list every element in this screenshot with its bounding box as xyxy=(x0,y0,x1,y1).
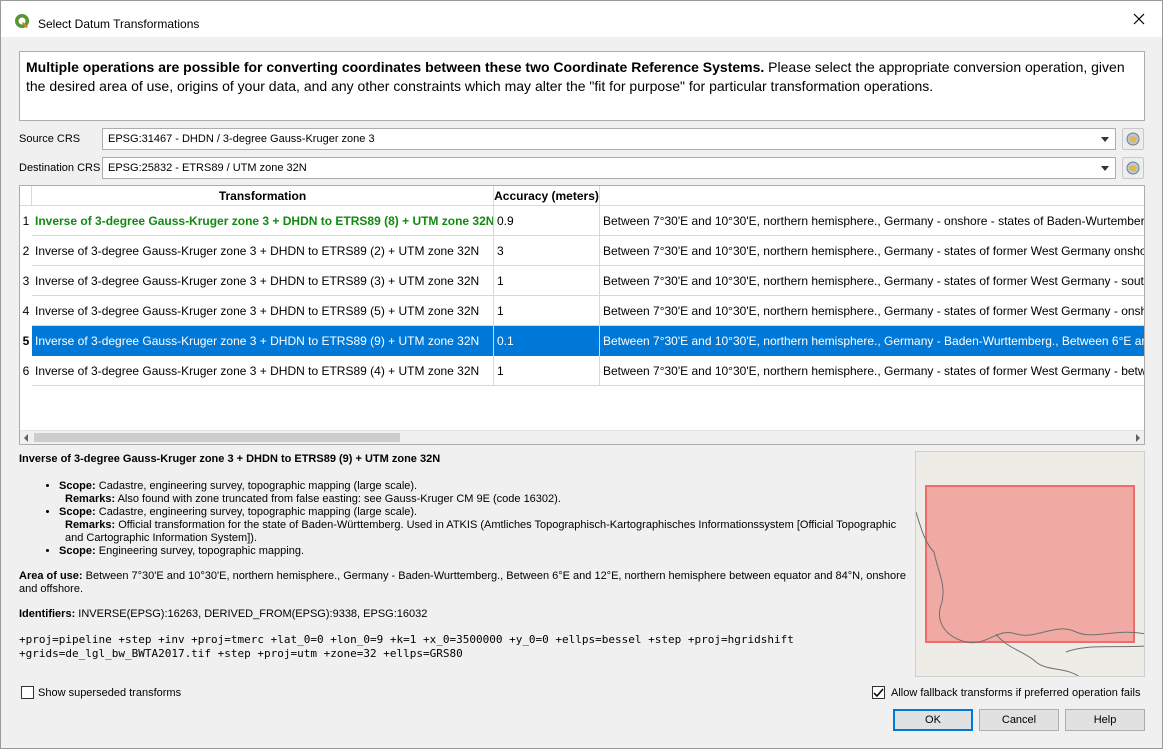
show-superseded-checkbox[interactable] xyxy=(21,686,34,699)
transformation-name: Inverse of 3-degree Gauss-Kruger zone 3 … xyxy=(32,206,494,236)
row-number: 2 xyxy=(20,236,32,266)
transformation-accuracy: 1 xyxy=(494,296,600,326)
source-crs-value: EPSG:31467 - DHDN / 3-degree Gauss-Kruge… xyxy=(108,133,375,145)
transformation-name: Inverse of 3-degree Gauss-Kruger zone 3 … xyxy=(32,266,494,296)
identifiers: Identifiers: INVERSE(EPSG):16263, DERIVE… xyxy=(19,608,428,620)
help-button[interactable]: Help xyxy=(1065,709,1145,731)
ok-button[interactable]: OK xyxy=(893,709,973,731)
extent-map-svg xyxy=(916,452,1144,676)
column-header-accuracy[interactable]: Accuracy (meters) xyxy=(494,186,600,206)
select-datum-transformations-dialog: Select Datum Transformations Multiple op… xyxy=(0,0,1163,749)
checkmark-icon xyxy=(873,688,884,698)
allow-fallback-checkbox[interactable] xyxy=(872,686,885,699)
scroll-right-icon[interactable] xyxy=(1136,434,1140,442)
scope-item: Scope: Engineering survey, topographic m… xyxy=(59,545,909,558)
close-icon xyxy=(1133,13,1145,25)
transformations-table[interactable]: Transformation Accuracy (meters) 1 Inver… xyxy=(19,185,1145,445)
row-number: 6 xyxy=(20,356,32,386)
source-crs-label: Source CRS xyxy=(19,133,81,145)
transformation-name: Inverse of 3-degree Gauss-Kruger zone 3 … xyxy=(32,236,494,266)
table-row[interactable]: 4 Inverse of 3-degree Gauss-Kruger zone … xyxy=(20,296,1144,326)
table-row[interactable]: 1 Inverse of 3-degree Gauss-Kruger zone … xyxy=(20,206,1144,236)
globe-icon xyxy=(1126,132,1140,146)
chevron-down-icon xyxy=(1101,137,1109,142)
transformation-accuracy: 1 xyxy=(494,266,600,296)
title-bar: Select Datum Transformations xyxy=(1,1,1162,37)
proj-string: +proj=pipeline +step +inv +proj=tmerc +l… xyxy=(19,633,794,660)
cancel-button[interactable]: Cancel xyxy=(979,709,1059,731)
transformation-accuracy: 0.9 xyxy=(494,206,600,236)
globe-icon xyxy=(1126,161,1140,175)
transformation-details: Inverse of 3-degree Gauss-Kruger zone 3 … xyxy=(19,451,909,661)
scope-item: Scope: Cadastre, engineering survey, top… xyxy=(59,480,909,506)
destination-crs-value: EPSG:25832 - ETRS89 / UTM zone 32N xyxy=(108,162,307,174)
transformation-accuracy: 3 xyxy=(494,236,600,266)
scope-list: Scope: Cadastre, engineering survey, top… xyxy=(19,480,909,558)
transformation-name: Inverse of 3-degree Gauss-Kruger zone 3 … xyxy=(32,326,494,356)
chevron-down-icon xyxy=(1101,166,1109,171)
column-header-area[interactable] xyxy=(600,186,1144,206)
transformation-area: Between 7°30'E and 10°30'E, northern hem… xyxy=(600,326,1144,356)
scroll-left-icon[interactable] xyxy=(24,434,28,442)
source-crs-select-button[interactable] xyxy=(1122,128,1144,150)
show-superseded-label: Show superseded transforms xyxy=(38,687,182,699)
window-title: Select Datum Transformations xyxy=(38,17,200,31)
transformation-area: Between 7°30'E and 10°30'E, northern hem… xyxy=(603,214,1144,228)
intro-message: Multiple operations are possible for con… xyxy=(19,51,1145,121)
table-row[interactable]: 6 Inverse of 3-degree Gauss-Kruger zone … xyxy=(20,356,1144,386)
transformation-accuracy: 0.1 xyxy=(494,326,600,356)
transformation-area: Between 7°30'E and 10°30'E, northern hem… xyxy=(603,364,1144,378)
table-row-selected[interactable]: 5 Inverse of 3-degree Gauss-Kruger zone … xyxy=(20,326,1144,356)
table-row[interactable]: 2 Inverse of 3-degree Gauss-Kruger zone … xyxy=(20,236,1144,266)
row-number: 4 xyxy=(20,296,32,326)
transformation-name: Inverse of 3-degree Gauss-Kruger zone 3 … xyxy=(32,296,494,326)
table-row[interactable]: 3 Inverse of 3-degree Gauss-Kruger zone … xyxy=(20,266,1144,296)
table-header: Transformation Accuracy (meters) xyxy=(20,186,1144,206)
area-of-use-map xyxy=(915,451,1145,677)
destination-crs-combo[interactable]: EPSG:25832 - ETRS89 / UTM zone 32N xyxy=(102,157,1116,179)
transformation-area: Between 7°30'E and 10°30'E, northern hem… xyxy=(603,274,1144,288)
transformation-name: Inverse of 3-degree Gauss-Kruger zone 3 … xyxy=(32,356,494,386)
details-title: Inverse of 3-degree Gauss-Kruger zone 3 … xyxy=(19,453,441,465)
scope-item: Scope: Cadastre, engineering survey, top… xyxy=(59,506,909,545)
row-number: 5 xyxy=(20,326,32,356)
allow-fallback-label: Allow fallback transforms if preferred o… xyxy=(891,687,1141,699)
destination-crs-select-button[interactable] xyxy=(1122,157,1144,179)
extent-rectangle xyxy=(925,485,1135,643)
area-of-use: Area of use: Between 7°30'E and 10°30'E,… xyxy=(19,570,906,595)
row-number: 1 xyxy=(20,206,32,236)
transformation-area: Between 7°30'E and 10°30'E, northern hem… xyxy=(603,304,1144,318)
row-number: 3 xyxy=(20,266,32,296)
qgis-logo-icon xyxy=(15,14,29,28)
close-button[interactable] xyxy=(1116,1,1162,37)
column-header-transformation[interactable]: Transformation xyxy=(32,186,494,206)
intro-bold: Multiple operations are possible for con… xyxy=(26,59,765,75)
source-crs-combo[interactable]: EPSG:31467 - DHDN / 3-degree Gauss-Kruge… xyxy=(102,128,1116,150)
transformation-accuracy: 1 xyxy=(494,356,600,386)
transformation-area: Between 7°30'E and 10°30'E, northern hem… xyxy=(603,244,1144,258)
destination-crs-label: Destination CRS xyxy=(19,162,101,174)
horizontal-scrollbar[interactable] xyxy=(20,430,1144,444)
scrollbar-thumb[interactable] xyxy=(34,433,400,442)
